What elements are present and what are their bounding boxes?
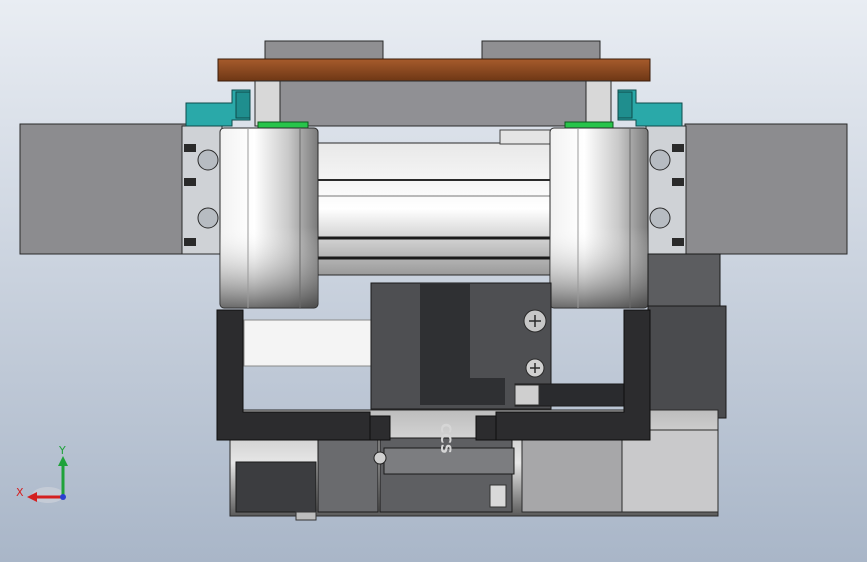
right-green-seal xyxy=(564,121,614,129)
central-shaft xyxy=(317,129,553,276)
wood-top-plate xyxy=(217,58,651,82)
left-bracket-tab xyxy=(369,415,391,441)
side-bolt-nut xyxy=(514,384,540,406)
right-side-block xyxy=(684,123,848,255)
upper-housing xyxy=(279,80,587,127)
top-block-right xyxy=(481,40,601,62)
label-plate-screw xyxy=(373,451,387,465)
left-side-block xyxy=(19,123,189,255)
cad-viewport[interactable]: CCS Y X xyxy=(0,0,867,562)
right-dark-box-upper xyxy=(647,253,721,307)
top-block-left xyxy=(264,40,384,62)
right-bracket-tab xyxy=(475,415,497,441)
left-green-seal xyxy=(257,121,309,129)
cad-model-canvas: CCS Y X xyxy=(0,0,867,562)
z-axis-dot xyxy=(60,494,66,500)
left-extrusion-profile xyxy=(181,125,223,255)
y-axis-label: Y xyxy=(58,444,66,457)
right-roller xyxy=(549,127,649,309)
white-panel xyxy=(243,319,375,367)
right-extrusion-profile xyxy=(645,125,687,255)
engraved-text: CCS xyxy=(437,423,453,454)
left-roller xyxy=(219,127,319,309)
x-axis-label: X xyxy=(16,486,24,499)
right-post xyxy=(585,80,612,127)
left-post xyxy=(254,80,281,127)
right-dark-box-lower xyxy=(647,305,727,419)
